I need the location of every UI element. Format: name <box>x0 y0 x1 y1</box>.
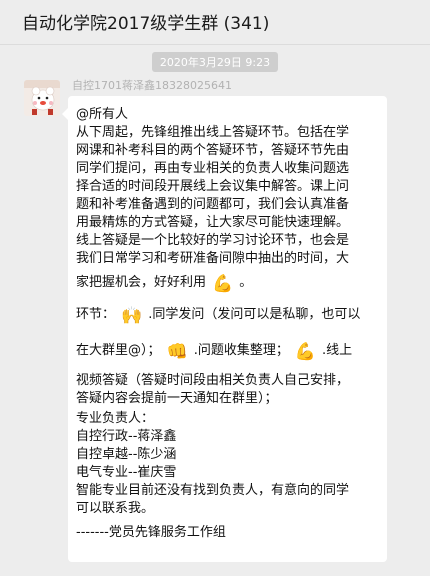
message-text: .问题收集整理； <box>193 343 289 358</box>
avatar-image <box>24 80 60 116</box>
message-line: 用最精炼的方式答疑，让大家尽可能快速理解。 <box>76 215 350 230</box>
chat-header: 自动化学院2017级学生群 (341) <box>0 0 430 45</box>
flexed-biceps-emoji-icon: 💪 <box>212 274 234 294</box>
message-text: 在大群里@）； <box>76 343 161 358</box>
message-line: 专业负责人： <box>76 411 155 426</box>
message-line: 自控卓越--陈少涵 <box>76 447 177 462</box>
message-line: 家把握机会，好好利用 💪 。 <box>76 274 252 293</box>
message-line: 从下周起，先锋组推出线上答疑环节。包括在学 <box>76 125 350 140</box>
message-line: 线上答疑是一个比较好的学习讨论环节，也会是 <box>76 233 350 248</box>
message-line: 可以联系我。 <box>76 501 155 516</box>
sender-name[interactable]: 自控1701蒋泽鑫18328025641 <box>72 77 232 93</box>
timestamp-row: 2020年3月29日 9:23 <box>0 51 430 72</box>
raised-hands-emoji-icon: 🙌 <box>121 306 143 326</box>
message-text: 家把握机会，好好利用 <box>76 275 207 290</box>
message-text: .线上 <box>322 343 353 358</box>
message-line: 视频答疑（答疑时间段由相关负责人自己安排， <box>76 373 350 388</box>
message-line: @所有人 <box>76 107 129 122</box>
message-line: 电气专业--崔庆雪 <box>76 465 177 480</box>
message-line: 智能专业目前还没有找到负责人，有意向的同学 <box>76 483 350 498</box>
flexed-biceps-emoji-icon: 💪 <box>294 342 316 362</box>
message-line: 我们日常学习和考研准备间隙中抽出的时间，大 <box>76 251 350 266</box>
message-signature: -------党员先锋服务工作组 <box>76 525 226 540</box>
message-line: 答疑内容会提前一天通知在群里）； <box>76 391 278 406</box>
message-line: 网课和补考科目的两个答疑环节，答疑环节先由 <box>76 143 350 158</box>
message-text: 环节： <box>76 307 116 322</box>
message-line: 在大群里@）； 👊 .问题收集整理； 💪 .线上 <box>76 342 352 361</box>
sender-avatar[interactable] <box>24 80 60 116</box>
message-line: 自控行政--蒋泽鑫 <box>76 429 177 444</box>
message-line: 同学们提问，再由专业相关的负责人收集问题选 <box>76 161 350 176</box>
message-line: 题和补考准备遇到的问题都可，我们会认真准备 <box>76 197 350 212</box>
message-line: 择合适的时间段开展线上会议集中解答。课上问 <box>76 179 350 194</box>
message-bubble[interactable]: @所有人 从下周起，先锋组推出线上答疑环节。包括在学 网课和补考科目的两个答疑环… <box>62 96 387 562</box>
message-text: 。 <box>239 275 253 290</box>
message-line: 环节： 🙌 .同学发问（发问可以是私聊，也可以 <box>76 306 360 325</box>
fist-emoji-icon: 👊 <box>166 342 188 362</box>
message-text: .同学发问（发问可以是私聊，也可以 <box>148 307 361 322</box>
message-timestamp: 2020年3月29日 9:23 <box>151 52 279 72</box>
chat-title: 自动化学院2017级学生群 (341) <box>22 14 270 34</box>
